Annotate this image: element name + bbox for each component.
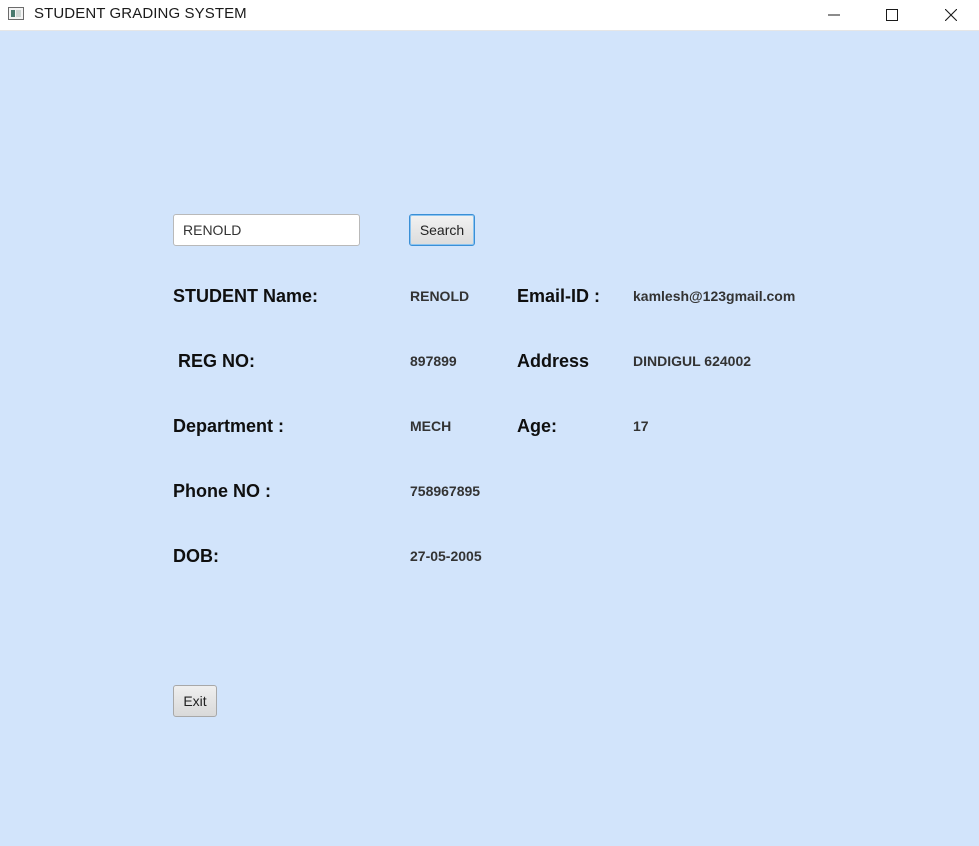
address-value: DINDIGUL 624002 [633,353,752,369]
age-value: 17 [633,418,649,434]
dob-value: 27-05-2005 [410,548,482,564]
student-name-label: STUDENT Name: [173,286,319,306]
reg-no-value: 897899 [410,353,457,369]
title-bar[interactable]: STUDENT GRADING SYSTEM [0,0,979,31]
exit-button[interactable]: Exit [173,685,217,717]
dob-label: DOB: [173,546,219,566]
department-value: MECH [410,418,452,434]
maximize-icon [886,9,898,21]
email-label: Email-ID : [517,286,601,306]
phone-no-value: 758967895 [410,483,481,499]
app-window-icon [8,7,24,20]
minimize-button[interactable] [811,0,857,30]
window-title: STUDENT GRADING SYSTEM [34,5,247,22]
maximize-button[interactable] [869,0,915,30]
address-label: Address [517,351,590,371]
search-input[interactable] [173,214,360,246]
search-button[interactable]: Search [409,214,475,246]
email-value: kamlesh@123gmail.com [633,288,796,304]
department-label: Department : [173,416,285,436]
phone-no-label: Phone NO : [173,481,271,501]
close-button[interactable] [928,0,974,30]
age-label: Age: [517,416,557,436]
minimize-icon [828,14,840,16]
reg-no-label: REG NO: [178,351,256,371]
close-icon [945,9,957,21]
student-name-value: RENOLD [410,288,470,304]
